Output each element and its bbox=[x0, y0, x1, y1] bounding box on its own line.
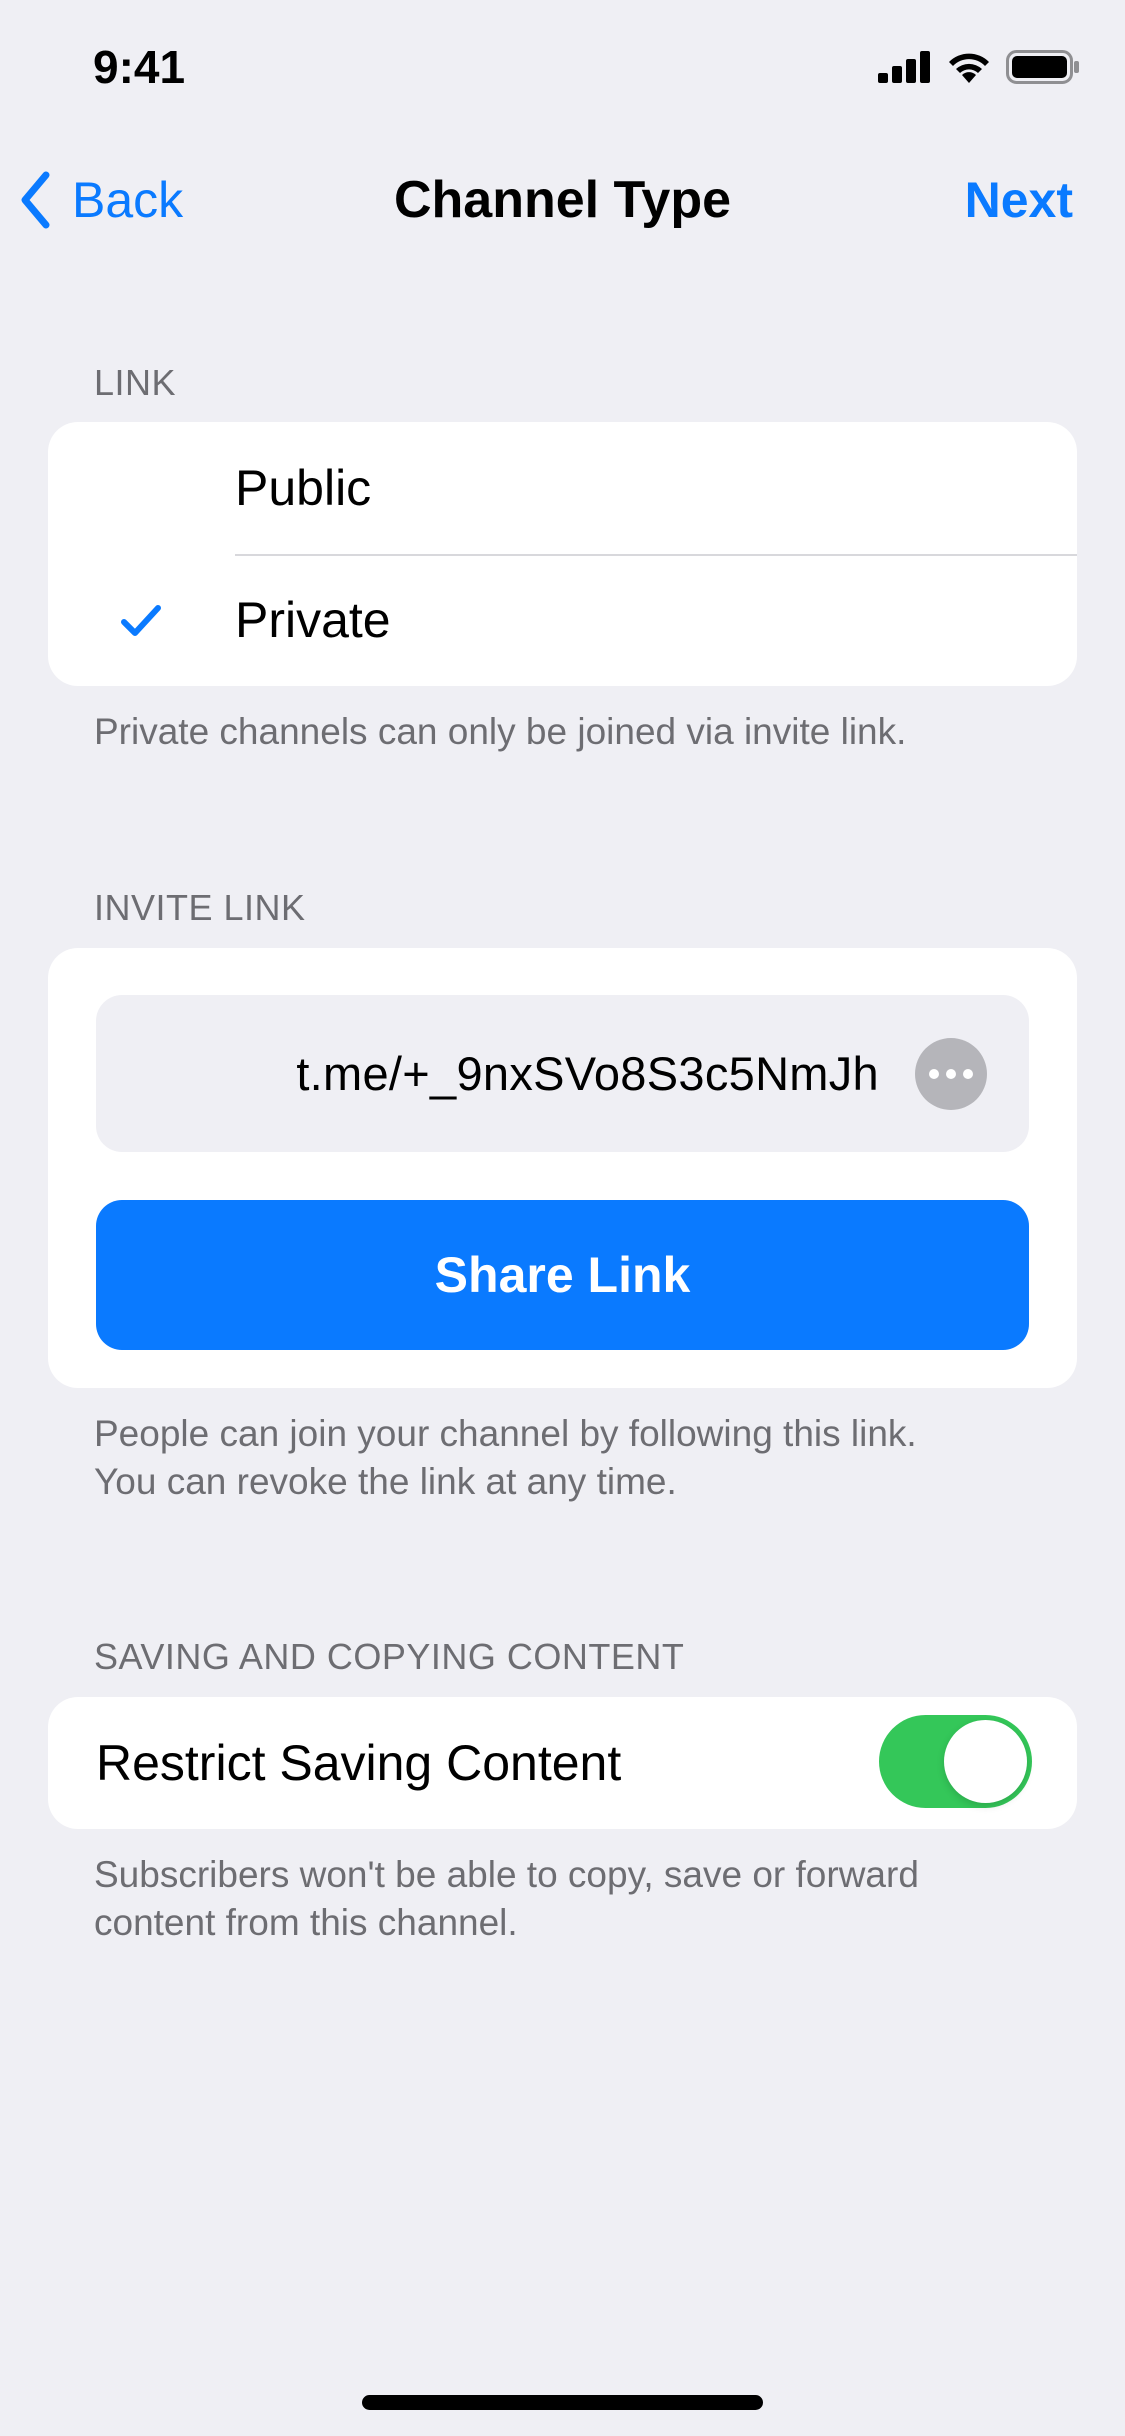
cellular-signal-icon bbox=[878, 51, 930, 83]
invite-footer-line2: You can revoke the link at any time. bbox=[94, 1461, 677, 1502]
more-dot-icon bbox=[946, 1068, 956, 1079]
content-section-header: SAVING AND COPYING CONTENT bbox=[94, 1636, 685, 1677]
invite-footer-line1: People can join your channel by followin… bbox=[94, 1413, 917, 1454]
content-footer-line2: content from this channel. bbox=[94, 1902, 518, 1943]
more-options-button[interactable] bbox=[915, 1037, 987, 1110]
channel-type-screen: 9:41 Back Channel Type Next LINK Public bbox=[0, 0, 1125, 2436]
option-private-label: Private bbox=[235, 592, 391, 648]
status-time: 9:41 bbox=[93, 41, 186, 93]
link-section-header: LINK bbox=[94, 362, 177, 403]
content-footer-line1: Subscribers won't be able to copy, save … bbox=[94, 1854, 919, 1895]
invite-link-field[interactable]: t.me/+_9nxSVo8S3c5NmJh bbox=[96, 995, 1029, 1152]
back-button[interactable]: Back bbox=[20, 165, 183, 235]
restrict-content-card: Restrict Saving Content bbox=[48, 1697, 1077, 1829]
home-indicator[interactable] bbox=[362, 2395, 763, 2410]
invite-link-text: t.me/+_9nxSVo8S3c5NmJh bbox=[296, 1047, 879, 1100]
link-type-card: Public Private bbox=[48, 422, 1077, 686]
restrict-saving-row: Restrict Saving Content bbox=[48, 1697, 1077, 1829]
option-public-label: Public bbox=[235, 460, 372, 516]
content-section-footer: Subscribers won't be able to copy, save … bbox=[94, 1851, 1054, 1947]
battery-icon bbox=[1006, 50, 1079, 84]
checkmark-icon bbox=[121, 605, 161, 636]
link-section-footer: Private channels can only be joined via … bbox=[94, 711, 907, 752]
status-icons bbox=[878, 50, 1080, 84]
option-public[interactable]: Public bbox=[48, 422, 1077, 554]
more-dot-icon bbox=[963, 1068, 973, 1079]
invite-section-footer: People can join your channel by followin… bbox=[94, 1410, 1054, 1506]
wifi-icon bbox=[949, 53, 989, 83]
share-link-button[interactable]: Share Link bbox=[96, 1200, 1029, 1350]
toggle-knob bbox=[944, 1720, 1027, 1803]
invite-section-header: INVITE LINK bbox=[94, 887, 306, 928]
back-label: Back bbox=[72, 172, 184, 228]
option-private[interactable]: Private bbox=[48, 554, 1077, 686]
more-dot-icon bbox=[929, 1068, 939, 1079]
next-button[interactable]: Next bbox=[965, 165, 1073, 235]
restrict-saving-toggle[interactable] bbox=[879, 1715, 1032, 1808]
restrict-saving-label: Restrict Saving Content bbox=[96, 1735, 622, 1791]
invite-link-card: t.me/+_9nxSVo8S3c5NmJh Share Link bbox=[48, 948, 1077, 1388]
chevron-left-icon bbox=[21, 171, 50, 229]
